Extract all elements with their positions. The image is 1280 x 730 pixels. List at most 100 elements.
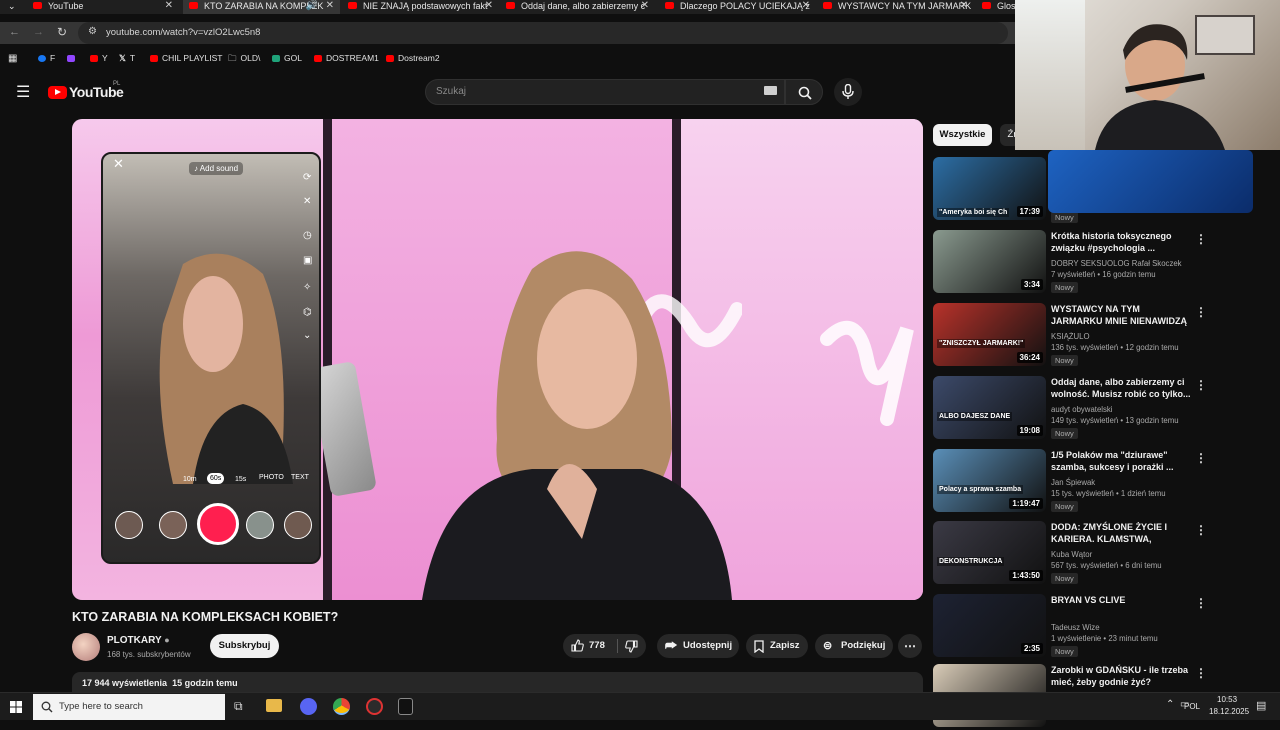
subscribe-button[interactable]: Subskrybuj — [210, 634, 279, 658]
channel-avatar[interactable] — [72, 633, 100, 661]
bookmark-item[interactable]: GOL — [272, 53, 302, 63]
url-text[interactable]: youtube.com/watch?v=vzlO2Lwc5n8 — [106, 27, 260, 38]
recommendation-card[interactable]: Polacy a sprawa szamba 1:19:47 1/5 Polaków… — [933, 449, 1213, 515]
video-thumbnail[interactable]: 3:34 — [933, 230, 1046, 293]
browser-tab[interactable]: Dlaczego POLACY UCIEKAJĄ z ✕ — [659, 0, 814, 14]
speaker-icon[interactable]: 🔊 — [306, 0, 318, 12]
close-icon[interactable]: ✕ — [113, 156, 124, 172]
more-vertical-icon[interactable]: ⋮ — [1195, 232, 1207, 246]
chevron-down-icon[interactable]: ⌄ — [303, 330, 311, 341]
more-vertical-icon[interactable]: ⋮ — [1195, 523, 1207, 537]
recommendation-title[interactable]: BRYAN VS CLIVE — [1051, 594, 1191, 606]
recommendation-title[interactable]: WYSTAWCY NA TYM JARMARKU MNIE NIENAWIDZĄ — [1051, 303, 1191, 327]
close-icon[interactable]: ✕ — [326, 0, 334, 12]
bookmark-item[interactable]: 𝕏T — [119, 53, 135, 64]
close-icon[interactable]: ✕ — [802, 0, 810, 12]
channel-name[interactable]: PLOTKARY ● — [107, 635, 170, 646]
chrome-icon[interactable] — [333, 698, 350, 715]
filters-icon[interactable]: ⌬ — [303, 307, 312, 318]
bookmark-item[interactable] — [67, 53, 79, 63]
bookmark-item[interactable]: Dostream2 — [386, 53, 440, 63]
chevron-up-icon[interactable]: ⌃ — [1166, 699, 1174, 710]
save-button[interactable]: Zapisz — [746, 634, 808, 658]
more-vertical-icon[interactable]: ⋮ — [1195, 305, 1207, 319]
video-thumbnail[interactable]: ALBO DAJESZ DANE 19:08 — [933, 376, 1046, 439]
recommendation-channel[interactable]: KSIĄŻULO — [1051, 332, 1090, 341]
search-button[interactable] — [785, 79, 823, 105]
recommendation-channel[interactable]: Kuba Wątor — [1051, 550, 1092, 559]
browser-tab[interactable]: WYSTAWCY NA TYM JARMARK ✕ — [817, 0, 972, 14]
taskbar-search-input[interactable]: Type here to search — [33, 694, 225, 720]
site-info-icon[interactable]: ⚙ — [88, 26, 97, 37]
more-vertical-icon[interactable]: ⋮ — [1195, 451, 1207, 465]
recommendation-card[interactable]: DEKONSTRUKCJA 1:43:50 DODA: ZMYŚLONE ŻYCIE… — [933, 521, 1213, 587]
flip-camera-icon[interactable]: ⟳ — [303, 172, 311, 183]
video-thumbnail[interactable]: "ZNISZCZYŁ JARMARK!" 36:24 — [933, 303, 1046, 366]
record-button[interactable] — [197, 503, 239, 545]
close-icon[interactable]: ✕ — [960, 0, 968, 12]
browser-tab[interactable]: YouTube ✕ — [27, 0, 179, 14]
video-thumbnail[interactable]: 2:35 — [933, 594, 1046, 657]
recommendation-title[interactable]: DODA: ZMYŚLONE ŻYCIE I KARIERA. KLAMSTWA… — [1051, 521, 1191, 545]
recommendation-card[interactable]: ALBO DAJESZ DANE 19:08 Oddaj dane, albo za… — [933, 376, 1213, 442]
effects-icon[interactable]: ✧ — [303, 282, 311, 293]
video-thumbnail[interactable]: "Ameryka boi się Ch 17:39 — [933, 157, 1046, 220]
close-icon[interactable]: ✕ — [641, 0, 649, 12]
recommendation-title[interactable]: Oddaj dane, albo zabierzemy ci wolność. … — [1051, 376, 1191, 400]
recommendation-channel[interactable]: audyt obywatelski — [1051, 405, 1113, 414]
more-vertical-icon[interactable]: ⋮ — [1195, 596, 1207, 610]
flash-off-icon[interactable]: ✕ — [303, 196, 311, 207]
recommendation-channel[interactable]: Jan Śpiewak — [1051, 478, 1095, 487]
video-thumbnail[interactable]: DEKONSTRUKCJA 1:43:50 — [933, 521, 1046, 584]
tab-search-button[interactable]: ⌄ — [0, 0, 22, 14]
search-input[interactable]: Szukaj — [425, 79, 785, 105]
effect-thumbnail[interactable] — [115, 511, 143, 539]
browser-tab-active[interactable]: KTO ZARABIA NA KOMPLEK 🔊 ✕ — [183, 0, 340, 14]
bookmark-folder[interactable]: 🗀 OLD\ — [228, 53, 260, 67]
discord-icon[interactable] — [300, 698, 317, 715]
task-view-icon[interactable]: ⧉ — [234, 699, 243, 714]
clock-time[interactable]: 10:53 — [1217, 695, 1237, 704]
effect-thumbnail[interactable] — [159, 511, 187, 539]
timer-icon[interactable]: ◷ — [303, 230, 312, 241]
app-icon[interactable] — [398, 698, 413, 715]
recommendation-card[interactable]: "ZNISZCZYŁ JARMARK!" 36:24 WYSTAWCY NA TYM… — [933, 303, 1213, 369]
promoted-thumbnail[interactable] — [1048, 150, 1253, 213]
recommendation-card[interactable]: 2:35 BRYAN VS CLIVE Tadeusz Wize 1 wyświetl… — [933, 594, 1213, 660]
bookmark-item[interactable]: Y — [90, 53, 108, 63]
file-explorer-icon[interactable] — [266, 699, 282, 712]
windows-start-icon[interactable] — [10, 701, 22, 713]
close-icon[interactable]: ✕ — [165, 0, 173, 12]
more-vertical-icon[interactable]: ⋮ — [1195, 666, 1207, 680]
chip-all[interactable]: Wszystkie — [933, 124, 992, 146]
recommendation-title[interactable]: Krótka historia toksycznego związku #psy… — [1051, 230, 1191, 254]
keyboard-icon[interactable] — [764, 86, 777, 95]
browser-tab[interactable]: Oddaj dane, albo zabierzemy c ✕ — [500, 0, 655, 14]
back-icon[interactable]: ← — [9, 26, 20, 38]
add-sound-button[interactable]: ♪ Add sound — [189, 162, 244, 175]
browser-tab[interactable]: NIE ZNAJĄ podstawowych fakt ✕ — [342, 0, 497, 14]
obs-icon[interactable] — [366, 698, 383, 715]
browser-tab[interactable]: Glos — [976, 0, 1016, 14]
reload-icon[interactable]: ↻ — [57, 25, 67, 39]
recommendation-channel[interactable]: DOBRY SEKSUOLOG Rafał Skoczek — [1051, 259, 1182, 268]
effect-thumbnail[interactable] — [284, 511, 312, 539]
recommendation-channel[interactable]: Tadeusz Wize — [1051, 623, 1100, 632]
close-icon[interactable]: ✕ — [485, 0, 493, 12]
dislike-button[interactable] — [619, 634, 646, 658]
recommendation-title[interactable]: Zarobki w GDAŃSKU - ile trzeba mieć, żeb… — [1051, 664, 1191, 688]
recommendation-title[interactable]: 1/5 Polaków ma "dziurawe" szamba, sukces… — [1051, 449, 1191, 473]
apps-grid-icon[interactable]: ▦ — [8, 53, 17, 64]
voice-search-button[interactable] — [834, 78, 862, 106]
effect-thumbnail[interactable] — [246, 511, 274, 539]
more-vertical-icon[interactable]: ⋮ — [1195, 378, 1207, 392]
bookmark-item[interactable]: DOSTREAM1 — [314, 53, 379, 63]
thanks-button[interactable]: ⊜ Podziękuj — [815, 634, 893, 658]
forward-icon[interactable]: → — [33, 26, 44, 38]
bookmark-item[interactable]: CHIL PLAYLIST — [150, 53, 222, 63]
notifications-icon[interactable]: ▤ — [1256, 699, 1266, 712]
more-actions-button[interactable]: ⋯ — [898, 634, 922, 658]
share-button[interactable]: ⮫ Udostępnij — [657, 634, 739, 658]
like-button[interactable]: 778 — [563, 634, 615, 658]
video-thumbnail[interactable]: Polacy a sprawa szamba 1:19:47 — [933, 449, 1046, 512]
